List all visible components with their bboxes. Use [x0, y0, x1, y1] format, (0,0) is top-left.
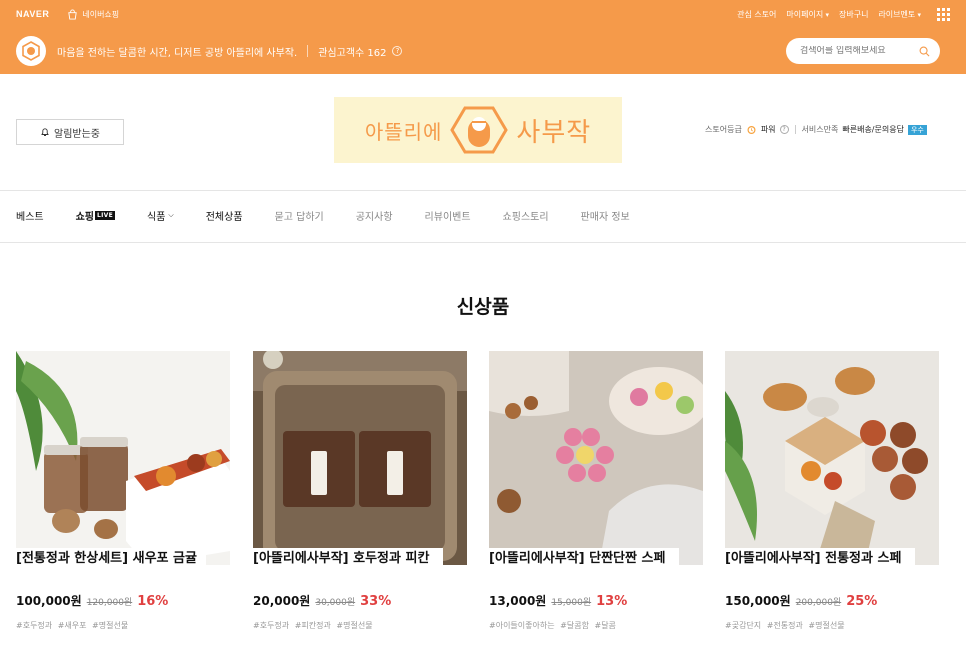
product-tag[interactable]: #명절선물	[92, 621, 128, 630]
product-image[interactable]: [전통정과 한상세트] 새우포 금귤정과 올리브정과 호두...	[16, 351, 230, 565]
store-avatar[interactable]	[16, 36, 46, 66]
original-price: 15,000원	[551, 598, 592, 608]
nav-item-qna[interactable]: 묻고 답하기	[275, 208, 324, 223]
product-tags: #호두정과 #새우포 #명절선물	[16, 620, 131, 631]
product-tag[interactable]: #명절선물	[336, 621, 372, 630]
price-row: 13,000원 15,000원 13%	[489, 592, 627, 609]
alarm-subscribe-button[interactable]: 알림받는중	[16, 119, 124, 145]
global-top-bar: NAVER 네이버쇼핑 관심 스토어 마이페이지 장바구니 라이브멘토	[0, 0, 966, 28]
original-price: 30,000원	[315, 598, 356, 608]
product-tag[interactable]: #아이들이좋아하는	[489, 621, 555, 630]
product-card[interactable]: [전통정과 한상세트] 새우포 금귤정과 올리브정과 호두... 100,000…	[16, 351, 230, 630]
top-right-links: 관심 스토어 마이페이지 장바구니 라이브멘토	[737, 7, 950, 21]
product-tag[interactable]: #호두정과	[16, 621, 52, 630]
naver-shopping-link[interactable]: 네이버쇼핑	[67, 8, 120, 20]
link-cart[interactable]: 장바구니	[839, 9, 868, 20]
product-image[interactable]: [아뜰리에사부작] 전통정과 스페셜 선물세트	[725, 351, 939, 565]
service-badge: 우수	[907, 124, 927, 135]
service-label: 서비스만족	[801, 125, 839, 134]
nav-item-best[interactable]: 베스트	[16, 208, 44, 223]
nav-item-food[interactable]: 식품 ⌵	[147, 208, 174, 223]
logo-text-1: 아뜰리에	[364, 119, 443, 144]
logo-text-2: 사부작	[516, 117, 592, 148]
product-tags: #곶감단지 #전통정과 #명절선물	[725, 620, 848, 631]
product-tag[interactable]: #곶감단지	[725, 621, 761, 630]
nav-item-seller-info[interactable]: 판매자 정보	[581, 208, 630, 223]
product-name[interactable]: [아뜰리에사부작] 전통정과 스페셜 선물세트	[725, 548, 915, 565]
search-input[interactable]	[800, 46, 919, 56]
shopping-bag-icon	[68, 8, 78, 20]
nav-item-shopping-story[interactable]: 쇼핑스토리	[503, 208, 549, 223]
link-live-mentor[interactable]: 라이브멘토	[878, 9, 921, 20]
product-tags: #호두정과 #피칸정과 #명절선물	[253, 620, 376, 631]
bee-logo-icon	[22, 41, 40, 61]
nav-item-food-label: 식품	[147, 212, 166, 223]
divider	[0, 190, 966, 191]
discount-rate: 13%	[596, 594, 628, 609]
product-tag[interactable]: #전통정과	[767, 621, 803, 630]
discount-rate: 16%	[137, 594, 169, 609]
naver-logo[interactable]: NAVER	[16, 9, 49, 19]
product-card[interactable]: [아뜰리에사부작] 전통정과 스페셜 선물세트 150,000원 200,000…	[725, 351, 939, 630]
grade-label: 스토어등급	[705, 125, 742, 134]
naver-shopping-label: 네이버쇼핑	[82, 9, 120, 19]
product-tag[interactable]: #피칸정과	[295, 621, 331, 630]
grade-value: 파워	[760, 125, 776, 134]
service-value: 빠른배송/문의응답	[842, 125, 904, 134]
discount-rate: 25%	[846, 594, 878, 609]
product-image[interactable]: [아뜰리에사부작] 호두정과 피칸정과 답례품 추석선물 ...	[253, 351, 467, 565]
category-nav: 베스트 쇼핑 LIVE 식품 ⌵ 전체상품 묻고 답하기 공지사항 리뷰이벤트 …	[16, 208, 662, 223]
store-grade-info: 스토어등급 파워 ? 서비스만족 빠른배송/문의응답 우수	[705, 124, 927, 135]
nav-item-shopping-label: 쇼핑	[75, 212, 95, 223]
link-fav-store[interactable]: 관심 스토어	[737, 9, 776, 20]
product-tag[interactable]: #새우포	[58, 621, 87, 630]
original-price: 120,000원	[86, 598, 133, 608]
product-name[interactable]: [아뜰리에사부작] 단짠단짠 스페셜 프레첼 도토리몬드 ...	[489, 548, 679, 565]
section-title: 신상품	[456, 296, 510, 318]
sale-price: 150,000원	[725, 594, 791, 608]
product-name[interactable]: [아뜰리에사부작] 호두정과 피칸정과 답례품 추석선물 ...	[253, 548, 443, 565]
store-banner: 마음을 전하는 달콤한 시간, 디저트 공방 아뜰리에 사부작. 관심고객수 1…	[0, 28, 966, 74]
discount-rate: 33%	[360, 594, 392, 609]
grade-info-icon[interactable]: ?	[779, 125, 789, 134]
link-mypage[interactable]: 마이페이지	[786, 9, 829, 20]
divider	[307, 45, 309, 57]
product-card[interactable]: [아뜰리에사부작] 호두정과 피칸정과 답례품 추석선물 ... 20,000원…	[253, 351, 467, 630]
price-row: 150,000원 200,000원 25%	[725, 592, 877, 609]
bee-hexagon-logo-icon	[450, 106, 509, 154]
nav-item-notice[interactable]: 공지사항	[356, 208, 393, 223]
product-name[interactable]: [전통정과 한상세트] 새우포 금귤정과 올리브정과 호두...	[16, 548, 206, 565]
sale-price: 20,000원	[253, 594, 311, 608]
fav-count-label: 관심고객수 162	[318, 47, 387, 59]
fav-customer-count: 관심고객수 162 ?	[318, 44, 403, 59]
search-box[interactable]	[786, 38, 940, 64]
nav-item-all-products[interactable]: 전체상품	[206, 208, 243, 223]
app-grid-icon[interactable]	[937, 7, 950, 21]
alarm-label: 알림받는중	[54, 128, 100, 140]
divider	[0, 242, 966, 243]
product-tags: #아이들이좋아하는 #달콤함 #달콤	[489, 620, 619, 631]
store-description: 마음을 전하는 달콤한 시간, 디저트 공방 아뜰리에 사부작.	[57, 47, 298, 59]
product-tag[interactable]: #달콤함	[560, 621, 589, 630]
product-card[interactable]: [아뜰리에사부작] 단짠단짠 스페셜 프레첼 도토리몬드 ... 13,000원…	[489, 351, 703, 630]
product-tag[interactable]: #달콤	[594, 621, 615, 630]
nav-item-review-event[interactable]: 리뷰이벤트	[425, 208, 471, 223]
price-row: 100,000원 120,000원 16%	[16, 592, 168, 609]
sale-price: 100,000원	[16, 594, 82, 608]
chevron-down-icon: ⌵	[168, 211, 174, 219]
product-tag[interactable]: #호두정과	[253, 621, 289, 630]
product-tag[interactable]: #명절선물	[808, 621, 844, 630]
store-logo[interactable]: 아뜰리에 사부작	[334, 97, 622, 163]
bell-icon	[41, 128, 49, 136]
clock-icon	[746, 124, 757, 135]
nav-item-shopping-live[interactable]: 쇼핑 LIVE	[75, 208, 116, 223]
live-badge: LIVE	[95, 211, 116, 220]
search-icon[interactable]	[919, 46, 930, 57]
sale-price: 13,000원	[489, 594, 547, 608]
original-price: 200,000원	[795, 598, 842, 608]
product-image[interactable]: [아뜰리에사부작] 단짠단짠 스페셜 프레첼 도토리몬드 ...	[489, 351, 703, 565]
divider	[794, 125, 796, 134]
price-row: 20,000원 30,000원 33%	[253, 592, 391, 609]
info-icon[interactable]: ?	[392, 46, 403, 56]
